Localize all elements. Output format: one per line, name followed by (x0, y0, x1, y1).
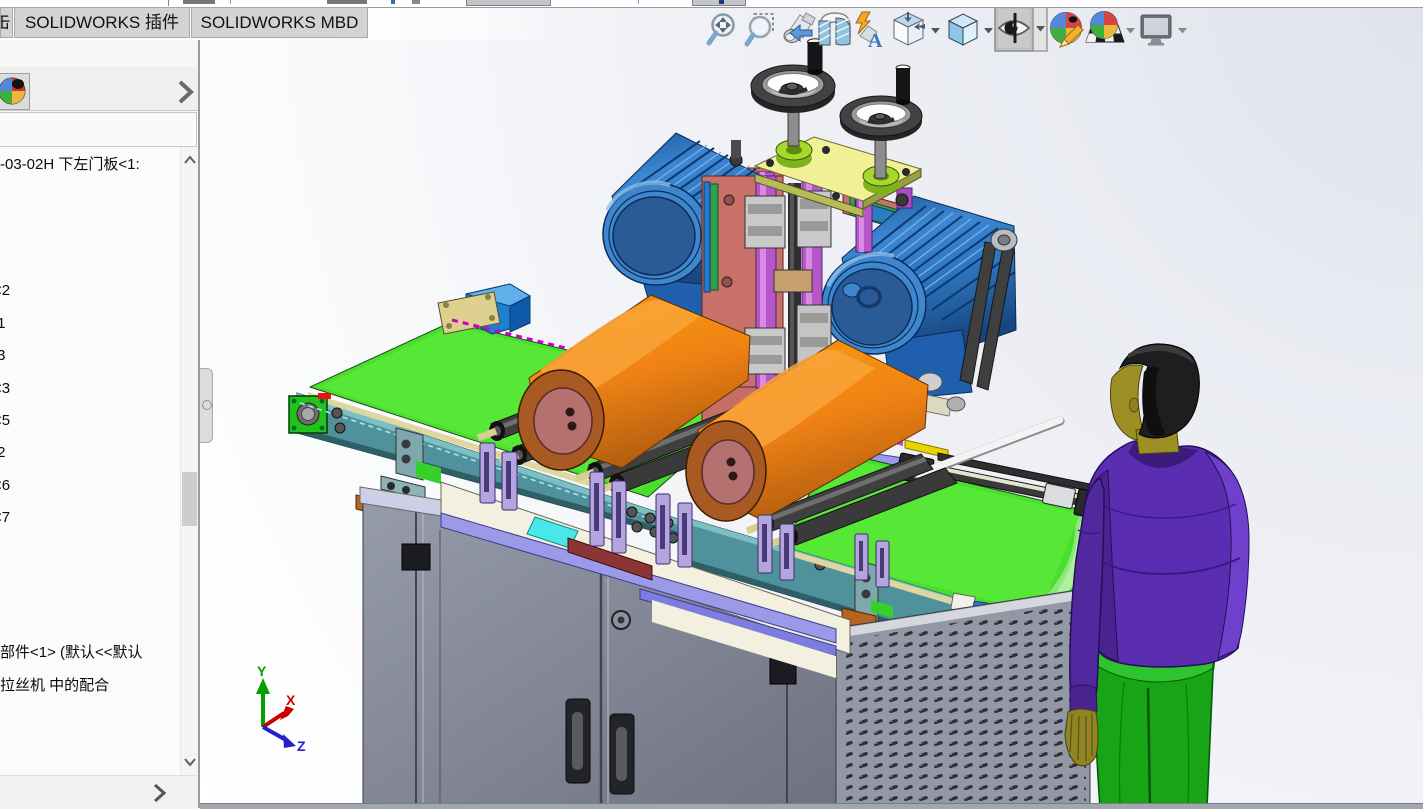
svg-text:X: X (286, 692, 296, 708)
svg-text:Y: Y (257, 663, 267, 679)
svg-text:Z: Z (297, 738, 306, 754)
svg-text:A: A (868, 30, 883, 52)
